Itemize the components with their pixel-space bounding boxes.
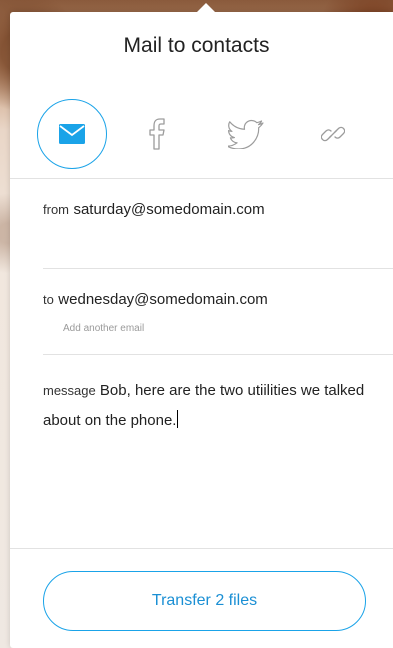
from-label: from: [43, 202, 69, 217]
envelope-icon: [59, 124, 85, 144]
share-options: [36, 99, 366, 169]
divider: [10, 178, 393, 179]
divider: [43, 268, 393, 269]
facebook-option-button[interactable]: [126, 103, 188, 165]
from-field[interactable]: from saturday@somedomain.com: [43, 201, 265, 219]
panel-title: Mail to contacts: [123, 34, 270, 57]
message-label: message: [43, 383, 96, 398]
popover-arrow: [196, 3, 216, 13]
from-value[interactable]: saturday@somedomain.com: [73, 201, 264, 218]
text-cursor: [177, 410, 179, 428]
to-field[interactable]: to wednesday@somedomain.com: [43, 291, 268, 309]
transfer-files-button[interactable]: Transfer 2 files: [43, 571, 366, 631]
add-another-email-link[interactable]: Add another email: [63, 323, 144, 334]
divider: [43, 354, 393, 355]
to-value[interactable]: wednesday@somedomain.com: [58, 291, 268, 308]
facebook-icon: [149, 118, 165, 150]
mail-option-button[interactable]: [37, 99, 107, 169]
twitter-option-button[interactable]: [216, 103, 278, 165]
message-field[interactable]: message Bob, here are the two utiilities…: [43, 376, 383, 436]
to-label: to: [43, 292, 54, 307]
link-icon: [321, 126, 345, 142]
twitter-icon: [228, 119, 264, 149]
divider: [10, 548, 393, 549]
link-option-button[interactable]: [302, 103, 364, 165]
